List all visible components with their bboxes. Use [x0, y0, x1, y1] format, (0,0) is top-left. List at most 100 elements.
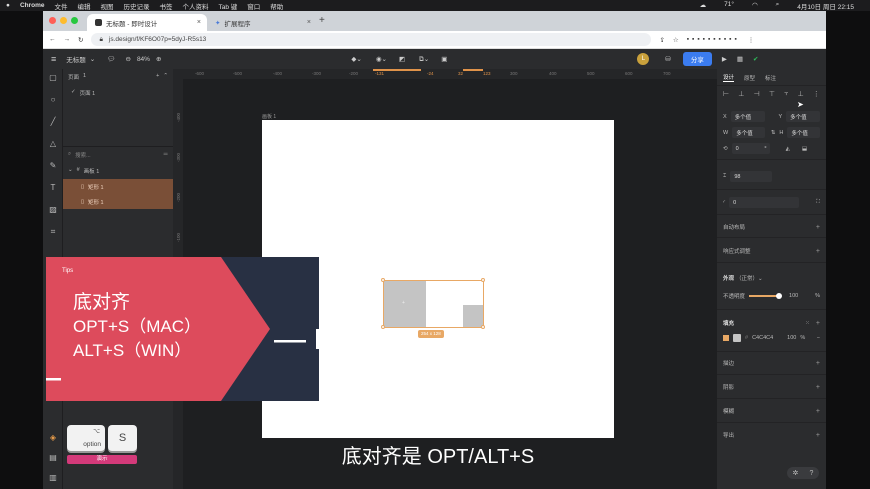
- align-right-icon[interactable]: ⊣: [754, 90, 760, 98]
- layer-search[interactable]: ⌕ 搜索... ⚌: [68, 151, 168, 159]
- x-field[interactable]: 多个值: [730, 111, 765, 122]
- pen-tool-icon[interactable]: ✎: [48, 161, 58, 171]
- stroke-row[interactable]: 描边 +: [723, 359, 820, 368]
- frame-tool-icon[interactable]: ▢: [48, 73, 58, 83]
- zoom-out-icon[interactable]: ⊖: [125, 55, 130, 63]
- add-shadow-icon[interactable]: +: [816, 384, 820, 391]
- align-top-icon[interactable]: ⊤: [769, 90, 775, 98]
- menu-view[interactable]: 视图: [101, 1, 114, 11]
- add-page-icon[interactable]: +: [156, 73, 159, 81]
- menubar-app-name[interactable]: Chrome: [20, 2, 45, 9]
- tab-prototype[interactable]: 原型: [744, 74, 755, 82]
- collapse-pages-icon[interactable]: ⌃: [163, 73, 168, 81]
- frame-icon[interactable]: ▣: [441, 55, 447, 63]
- resize-handle[interactable]: [381, 278, 385, 282]
- extensions-icons[interactable]: ▪▪▪▪▪▪▪▪▪▪: [687, 36, 740, 43]
- layer-row-rect-1[interactable]: ▯ 矩形 1: [63, 179, 173, 194]
- layer-row-artboard[interactable]: ⌄ # 画板 1: [68, 167, 99, 175]
- status-ok-icon[interactable]: ✔: [753, 55, 758, 63]
- rotation-field[interactable]: 0 °: [731, 143, 770, 154]
- add-export-icon[interactable]: +: [816, 432, 820, 439]
- flip-horizontal-icon[interactable]: ◭: [786, 146, 790, 152]
- share-button[interactable]: 分享: [682, 52, 712, 66]
- page-item[interactable]: ✓ 页面 1: [71, 89, 95, 97]
- blur-row[interactable]: 模糊 +: [723, 407, 820, 416]
- h-field[interactable]: 多个值: [787, 127, 820, 138]
- play-icon[interactable]: ▶: [722, 55, 727, 63]
- slice-tool-icon[interactable]: ⌗: [48, 227, 58, 237]
- chevron-down-icon[interactable]: ⌄: [68, 167, 73, 175]
- file-name[interactable]: 无标题: [66, 54, 86, 64]
- menu-profile[interactable]: 个人资料: [183, 1, 209, 11]
- add-blur-icon[interactable]: +: [816, 408, 820, 415]
- style-grid-icon[interactable]: ⁙: [805, 320, 810, 326]
- boolean-icon[interactable]: ◉⌄: [376, 55, 387, 63]
- settings-icon[interactable]: ✲: [793, 469, 799, 477]
- image-tool-icon[interactable]: ▨: [48, 205, 58, 215]
- flip-vertical-icon[interactable]: ⬓: [802, 146, 807, 152]
- main-menu-icon[interactable]: ≡: [51, 54, 56, 64]
- filter-icon[interactable]: ⚌: [163, 151, 168, 159]
- menu-tab[interactable]: Tab 键: [219, 1, 238, 11]
- add-fill-icon[interactable]: +: [816, 320, 820, 327]
- shadow-row[interactable]: 阴影 +: [723, 383, 820, 392]
- add-stroke-icon[interactable]: +: [816, 360, 820, 367]
- opacity-value[interactable]: 100: [789, 293, 798, 299]
- zoom-level[interactable]: 84%: [137, 56, 150, 63]
- fill-color-swatch[interactable]: [733, 334, 741, 342]
- resize-handle[interactable]: [381, 325, 385, 329]
- avatar[interactable]: L: [637, 53, 650, 65]
- bookmark-star-icon[interactable]: ☆: [673, 36, 679, 44]
- independent-corners-icon[interactable]: ⛶: [816, 199, 820, 206]
- menu-window[interactable]: 窗口: [247, 1, 260, 11]
- auto-layout-row[interactable]: 自动布局 +: [723, 223, 820, 232]
- clock[interactable]: 4月10日 周日 22:15: [797, 1, 854, 11]
- menu-file[interactable]: 文件: [55, 1, 68, 11]
- text-tool-icon[interactable]: T: [48, 183, 58, 193]
- more-menu-icon[interactable]: ⋮: [748, 36, 755, 44]
- layer-row-rect-2[interactable]: ▯ 矩形 1: [63, 194, 173, 209]
- menu-help[interactable]: 帮助: [270, 1, 283, 11]
- rectangle-small[interactable]: [463, 305, 483, 327]
- mask-icon[interactable]: ◩: [399, 55, 405, 63]
- w-field[interactable]: 多个值: [732, 127, 765, 138]
- add-auto-layout-icon[interactable]: +: [816, 224, 820, 231]
- comment-icon[interactable]: 💬︎: [107, 55, 115, 63]
- remove-fill-icon[interactable]: −: [817, 335, 820, 341]
- zoom-in-icon[interactable]: ⊕: [156, 55, 161, 63]
- tab-js-design[interactable]: 无标题 - 即时设计 ×: [87, 14, 207, 31]
- plugins-tool-icon[interactable]: ▥: [48, 473, 58, 483]
- constrain-proportions-icon[interactable]: ⇅: [771, 130, 776, 136]
- rectangle-large[interactable]: +: [384, 281, 426, 327]
- fill-opacity[interactable]: 100: [787, 335, 796, 341]
- help-icon[interactable]: ?: [810, 470, 814, 477]
- align-left-icon[interactable]: ⊢: [723, 90, 729, 98]
- opacity-slider[interactable]: [749, 293, 783, 299]
- apple-icon[interactable]: ●: [6, 2, 10, 9]
- align-vcenter-icon[interactable]: ⫟: [784, 90, 788, 98]
- close-tab-icon[interactable]: ×: [307, 19, 311, 26]
- export-row[interactable]: 导出 +: [723, 431, 820, 440]
- wifi-icon[interactable]: ◠: [752, 1, 758, 11]
- artboard-label[interactable]: 画板 1: [262, 113, 276, 120]
- share-icon[interactable]: ⇪: [659, 36, 664, 44]
- add-responsive-icon[interactable]: +: [816, 248, 820, 255]
- opacity-slider-handle[interactable]: [776, 293, 783, 299]
- tab-extensions[interactable]: ✦ 扩展程序 ×: [207, 14, 317, 31]
- minimize-window-button[interactable]: [60, 17, 67, 24]
- ellipse-tool-icon[interactable]: ○: [48, 95, 58, 105]
- distribute-icon[interactable]: ⋮: [813, 90, 820, 98]
- search-icon[interactable]: ⌕: [776, 1, 780, 11]
- close-window-button[interactable]: [49, 17, 56, 24]
- address-bar[interactable]: 🔒︎ js.design/f/KF6O07p=5dyJ-R5s13: [91, 33, 652, 46]
- tab-design[interactable]: 设计: [723, 73, 735, 82]
- maximize-window-button[interactable]: [71, 17, 78, 24]
- dev-mode-icon[interactable]: ▦: [737, 55, 743, 63]
- height-field[interactable]: 98: [730, 171, 773, 182]
- new-tab-icon[interactable]: +: [319, 15, 325, 26]
- assets-tool-icon[interactable]: ▤: [48, 453, 58, 463]
- fill-hex[interactable]: C4C4C4: [752, 335, 773, 341]
- fill-visibility-toggle[interactable]: [723, 335, 729, 341]
- line-tool-icon[interactable]: ╱: [48, 117, 58, 127]
- library-icon[interactable]: ⛁: [665, 55, 670, 63]
